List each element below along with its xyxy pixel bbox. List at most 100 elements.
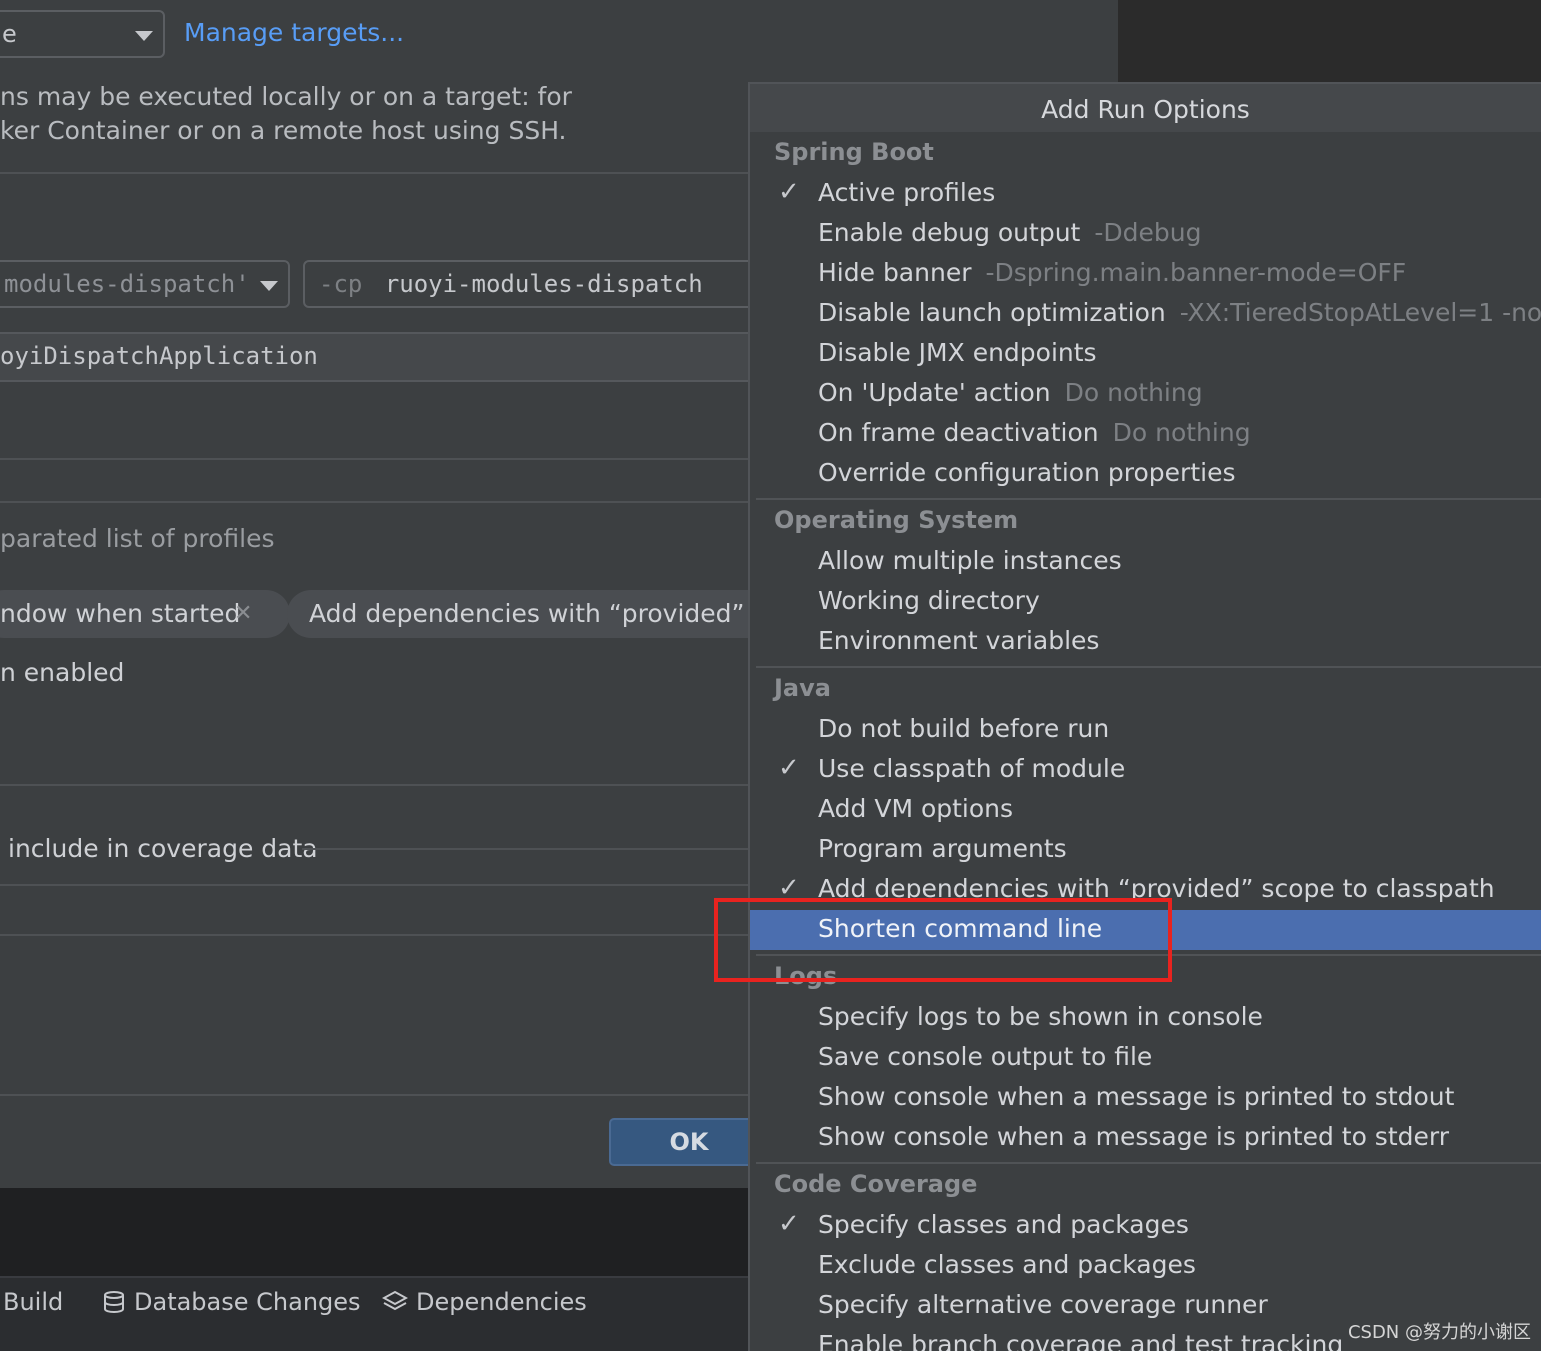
- enabled-text: n enabled: [0, 658, 125, 687]
- run-option-text: Specify classes and packages: [818, 1210, 1189, 1239]
- run-option-hint: Do nothing: [1064, 378, 1203, 407]
- run-option-label: On frame deactivation Do nothing: [818, 418, 1251, 447]
- run-option-item[interactable]: Override configuration properties: [750, 454, 1541, 494]
- run-option-text: Enable debug output: [818, 218, 1081, 247]
- run-option-item[interactable]: Enable debug output -Ddebug: [750, 214, 1541, 254]
- run-option-text: Allow multiple instances: [818, 546, 1122, 575]
- run-option-text: Show console when a message is printed t…: [818, 1082, 1455, 1111]
- editor-bottom-area: [0, 1188, 760, 1276]
- run-option-item[interactable]: Disable JMX endpoints: [750, 334, 1541, 374]
- run-option-item[interactable]: On frame deactivation Do nothing: [750, 414, 1541, 454]
- module-select[interactable]: modules-dispatch': [0, 260, 290, 308]
- divider: [0, 884, 760, 886]
- main-class-value: oyiDispatchApplication: [0, 342, 318, 370]
- option-chip-open-window[interactable]: ndow when started ✕: [0, 590, 290, 638]
- checkmark-icon: ✓: [778, 1209, 800, 1239]
- run-option-item[interactable]: Working directory: [750, 582, 1541, 622]
- run-option-item[interactable]: ✓ Use classpath of module: [750, 750, 1541, 790]
- run-option-text: Do not build before run: [818, 714, 1110, 743]
- run-option-item[interactable]: Show console when a message is printed t…: [750, 1118, 1541, 1158]
- tool-tab-label: Build: [3, 1288, 64, 1316]
- run-option-hint: -Dspring.main.banner-mode=OFF: [985, 258, 1407, 287]
- group-title: Java: [774, 674, 831, 702]
- divider: [0, 458, 760, 460]
- run-option-item[interactable]: Show console when a message is printed t…: [750, 1078, 1541, 1118]
- run-option-label: Show console when a message is printed t…: [818, 1082, 1454, 1111]
- target-select[interactable]: e: [0, 10, 165, 58]
- close-icon[interactable]: ✕: [234, 590, 252, 638]
- run-option-label: Working directory: [818, 586, 1040, 615]
- run-option-text: Program arguments: [818, 834, 1067, 863]
- run-option-item[interactable]: Do not build before run: [750, 710, 1541, 750]
- divider: [0, 934, 760, 936]
- ok-button[interactable]: OK: [609, 1118, 769, 1166]
- run-option-item[interactable]: ✓ Specify classes and packages: [750, 1206, 1541, 1246]
- run-option-text: Exclude classes and packages: [818, 1250, 1196, 1279]
- run-option-item[interactable]: Program arguments: [750, 830, 1541, 870]
- run-option-item[interactable]: ✓ Active profiles: [750, 174, 1541, 214]
- manage-targets-link[interactable]: Manage targets...: [184, 18, 404, 47]
- run-option-label: Specify classes and packages: [818, 1210, 1189, 1239]
- target-description-line-2: ker Container or on a remote host using …: [0, 116, 567, 145]
- checkmark-icon: ✓: [778, 753, 800, 783]
- run-option-item[interactable]: On 'Update' action Do nothing: [750, 374, 1541, 414]
- run-option-item[interactable]: Environment variables: [750, 622, 1541, 662]
- run-option-text: Save console output to file: [818, 1042, 1153, 1071]
- run-option-hint: -Ddebug: [1094, 218, 1202, 247]
- run-option-text: Specify logs to be shown in console: [818, 1002, 1263, 1031]
- run-option-text: Override configuration properties: [818, 458, 1236, 487]
- run-option-text: Disable JMX endpoints: [818, 338, 1097, 367]
- target-description-line-1: ns may be executed locally or on a targe…: [0, 82, 572, 111]
- tool-tab-label: Database Changes: [134, 1288, 361, 1316]
- tool-tab-label: Dependencies: [416, 1288, 587, 1316]
- run-option-label: Add VM options: [818, 794, 1013, 823]
- add-run-options-popup: Add Run Options Spring Boot ✓ Active profi…: [748, 82, 1541, 1351]
- run-option-hint: Do nothing: [1112, 418, 1251, 447]
- chip-label: ndow when started: [0, 599, 241, 628]
- popup-title: Add Run Options: [750, 84, 1541, 132]
- coverage-label: include in coverage data: [8, 834, 318, 863]
- run-option-item[interactable]: Allow multiple instances: [750, 542, 1541, 582]
- checkmark-icon: ✓: [778, 177, 800, 207]
- run-option-item[interactable]: Exclude classes and packages: [750, 1246, 1541, 1286]
- group-separator: [756, 666, 1541, 668]
- run-option-label: Enable branch coverage and test tracking: [818, 1330, 1343, 1351]
- run-option-label: Hide banner -Dspring.main.banner-mode=OFF: [818, 258, 1406, 287]
- run-option-label: Override configuration properties: [818, 458, 1235, 487]
- main-class-field[interactable]: oyiDispatchApplication: [0, 332, 770, 382]
- target-select-value: e: [2, 20, 17, 48]
- tool-tab-dependencies[interactable]: Dependencies: [381, 1288, 587, 1316]
- divider: [0, 501, 760, 503]
- run-option-label: Exclude classes and packages: [818, 1250, 1196, 1279]
- run-option-label: Environment variables: [818, 626, 1099, 655]
- run-option-label: Specify alternative coverage runner: [818, 1290, 1268, 1319]
- divider: [0, 1094, 760, 1096]
- chip-label: Add dependencies with “provided” scc: [309, 599, 793, 628]
- editor-background: [1118, 0, 1541, 82]
- run-option-label: Disable JMX endpoints: [818, 338, 1097, 367]
- run-option-text: On 'Update' action: [818, 378, 1051, 407]
- run-option-label: Specify logs to be shown in console: [818, 1002, 1263, 1031]
- profiles-hint: parated list of profiles: [0, 524, 275, 553]
- run-option-label: Active profiles: [818, 178, 995, 207]
- run-option-item[interactable]: Add VM options: [750, 790, 1541, 830]
- annotation-highlight-box: [714, 898, 1172, 982]
- run-option-text: Add VM options: [818, 794, 1014, 823]
- option-chip-provided-scope[interactable]: Add dependencies with “provided” scc: [287, 590, 809, 638]
- tool-tab-database-changes[interactable]: Database Changes: [102, 1288, 361, 1316]
- classpath-field[interactable]: -cp ruoyi-modules-dispatch: [303, 260, 773, 308]
- chevron-down-icon: [135, 31, 153, 41]
- group-title: Code Coverage: [774, 1170, 978, 1198]
- run-option-text: Disable launch optimization: [818, 298, 1166, 327]
- run-option-item[interactable]: Save console output to file: [750, 1038, 1541, 1078]
- chevron-down-icon: [260, 281, 278, 291]
- run-option-text: Working directory: [818, 586, 1040, 615]
- group-separator: [756, 1162, 1541, 1164]
- classpath-value: ruoyi-modules-dispatch: [384, 270, 703, 298]
- module-select-value: modules-dispatch': [4, 270, 250, 298]
- run-option-item[interactable]: Hide banner -Dspring.main.banner-mode=OFF: [750, 254, 1541, 294]
- run-option-item[interactable]: Disable launch optimization -XX:TieredSto…: [750, 294, 1541, 334]
- run-option-label: Program arguments: [818, 834, 1067, 863]
- run-option-item[interactable]: Specify logs to be shown in console: [750, 998, 1541, 1038]
- tool-tab-build[interactable]: Build: [3, 1288, 63, 1316]
